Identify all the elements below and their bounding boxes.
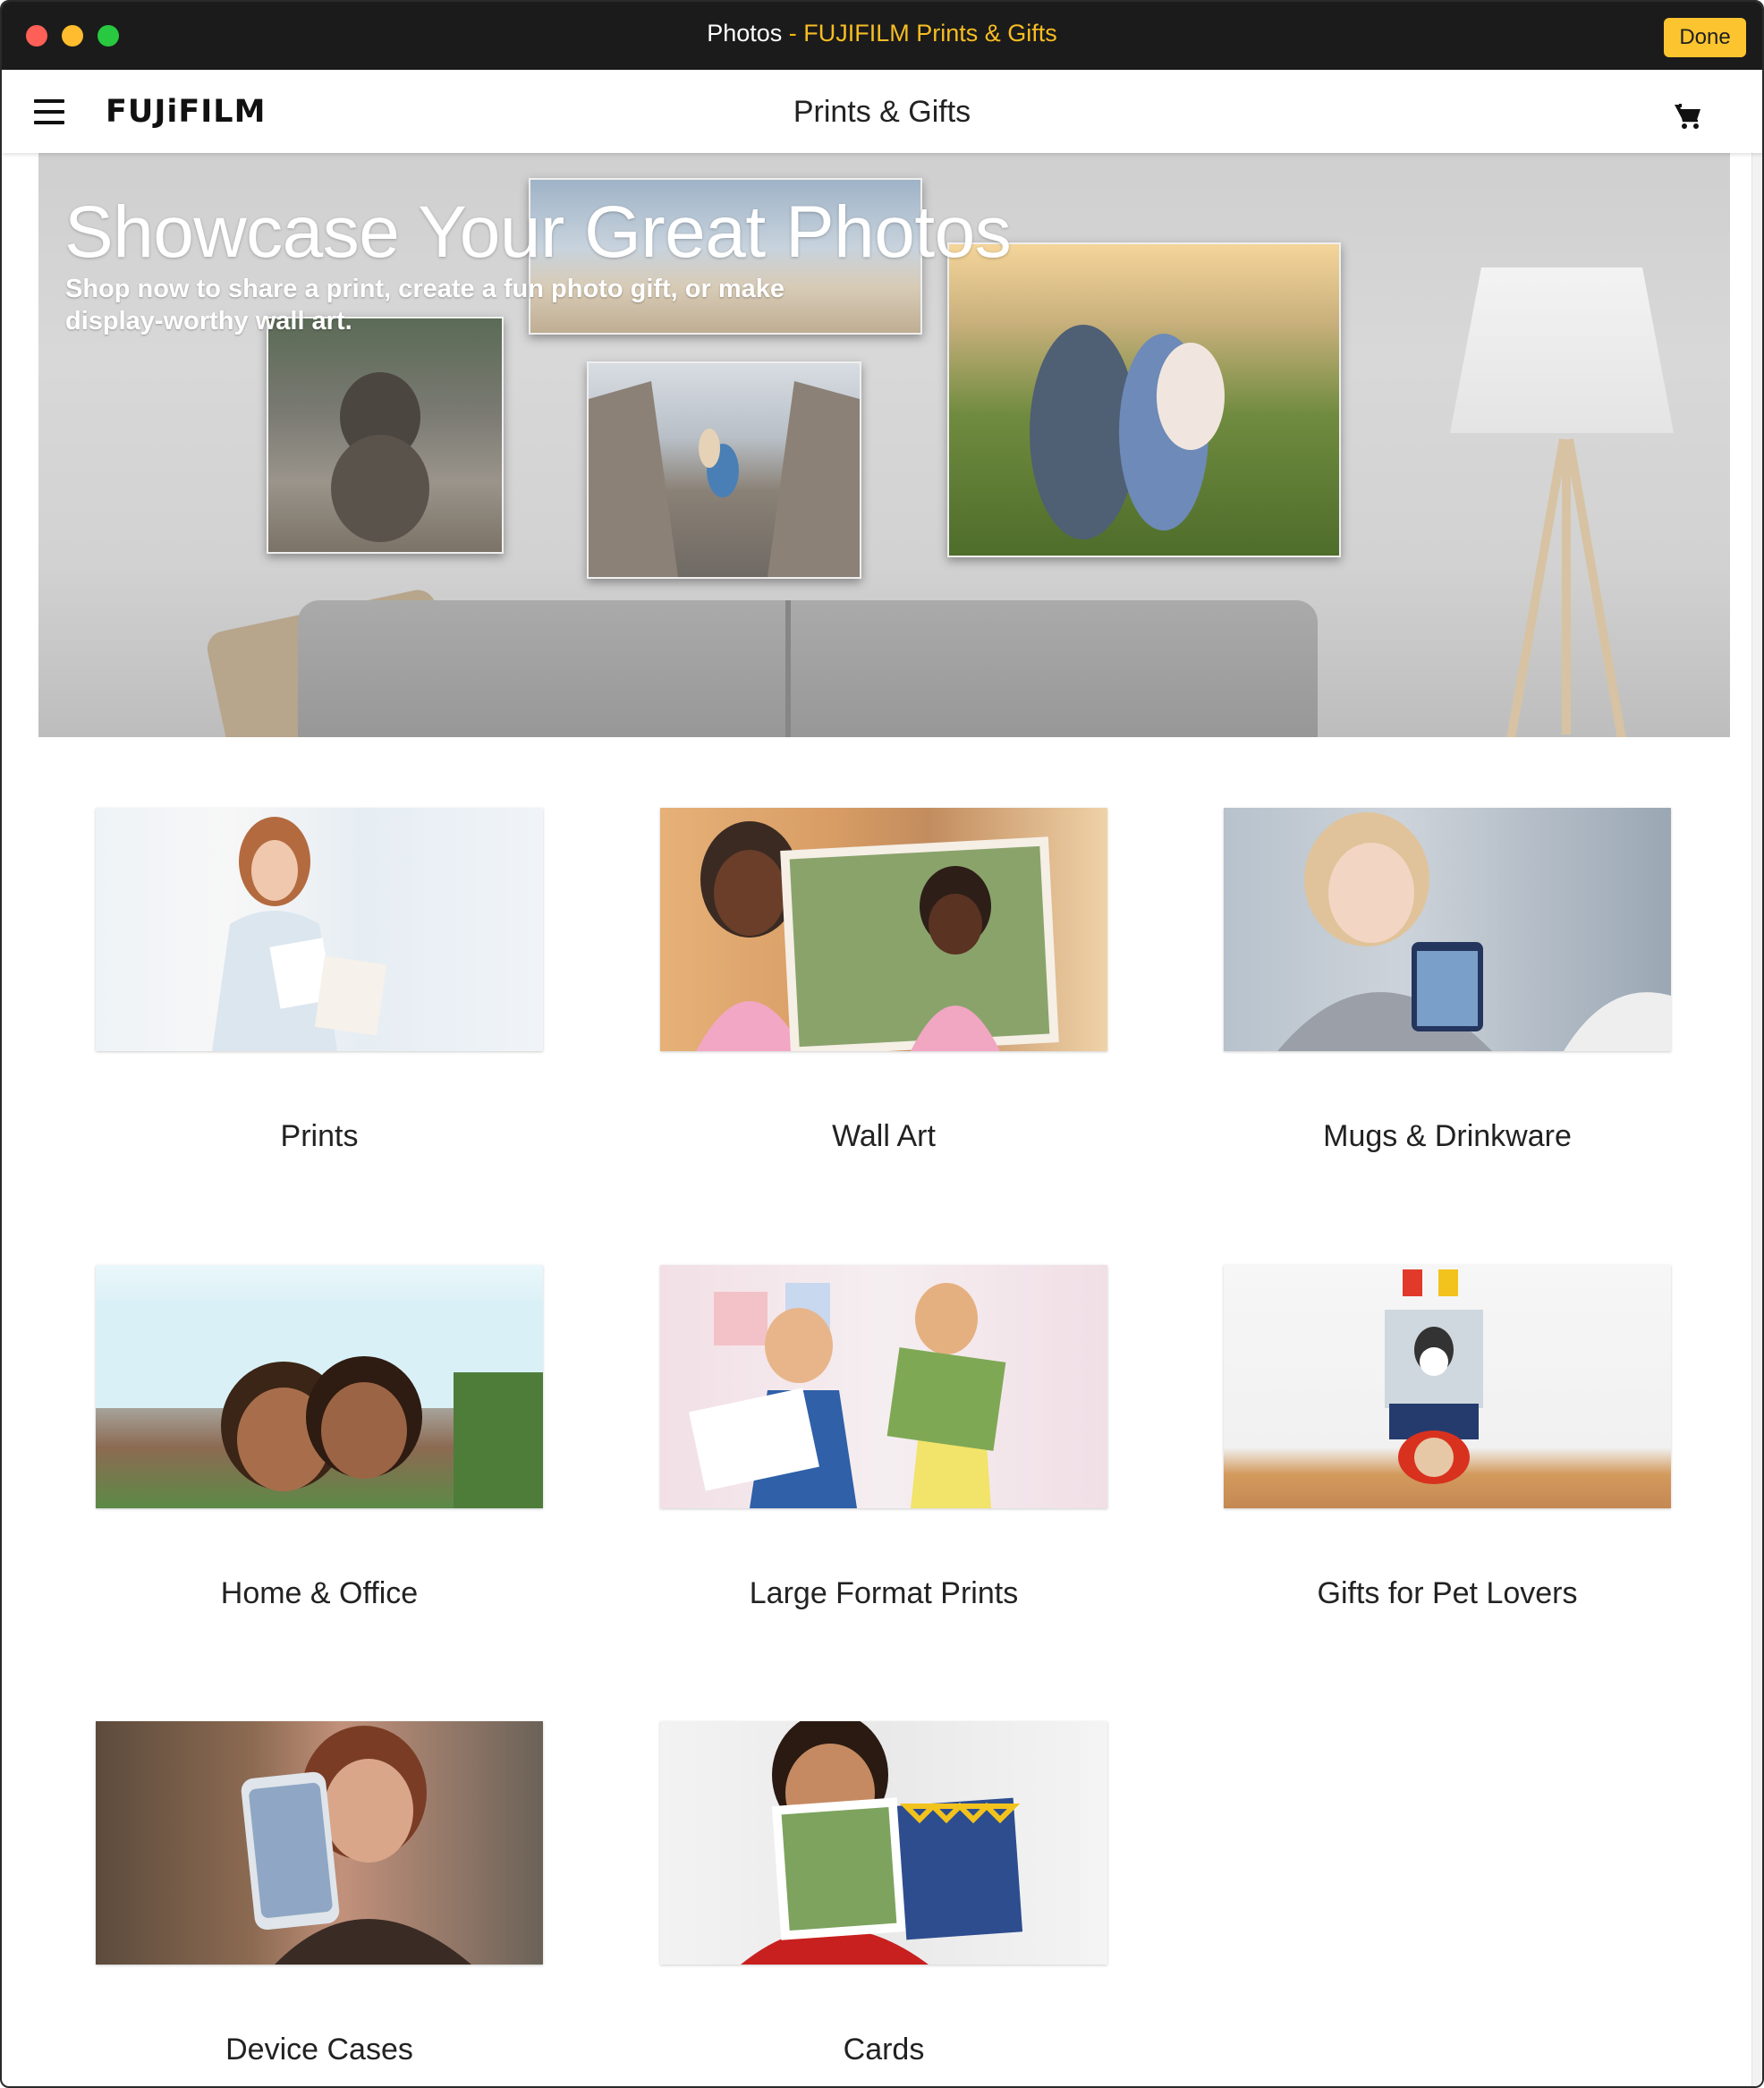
category-label: Device Cases [225,2033,413,2067]
window-title-site: FUJIFILM Prints & Gifts [803,20,1057,47]
cart-icon[interactable] [1673,102,1703,131]
hero-subtitle: Shop now to share a print, create a fun … [65,275,785,335]
hero-title: Showcase Your Great Photos [64,191,1012,273]
title-bar: Photos - FUJIFILM Prints & Gifts Done [2,2,1762,70]
dog-photo [267,317,504,554]
hero-sofa [298,600,1318,737]
lamp [1450,267,1674,433]
category-image [96,1265,543,1508]
category-image [1224,808,1671,1051]
hero-banner[interactable]: Showcase Your Great Photos Shop now to s… [38,153,1730,737]
done-button[interactable]: Done [1664,18,1746,57]
category-label: Large Format Prints [749,1576,1019,1610]
category-label: Cards [843,2033,925,2067]
category-image [96,808,543,1051]
family-photo [947,242,1341,557]
category-image [1224,1265,1671,1508]
category-image [660,1265,1107,1508]
page-title: Prints & Gifts [793,95,971,129]
category-image [96,1721,543,1965]
category-label: Prints [280,1119,359,1153]
window-title-separator: - [782,20,804,47]
window-title: Photos - FUJIFILM Prints & Gifts [2,20,1762,47]
kids-boardwalk-photo [587,361,861,579]
category-image [660,808,1107,1051]
app-header: FUJiFILM Prints & Gifts [2,70,1762,153]
category-label: Gifts for Pet Lovers [1317,1576,1578,1610]
category-label: Mugs & Drinkware [1323,1119,1572,1153]
window-title-app: Photos [707,20,783,47]
app-window: Photos - FUJIFILM Prints & Gifts Done FU… [0,0,1764,2088]
category-label: Wall Art [832,1119,936,1153]
category-label: Home & Office [220,1576,419,1610]
category-image [660,1721,1107,1965]
scrollbar[interactable] [1751,153,1762,2086]
